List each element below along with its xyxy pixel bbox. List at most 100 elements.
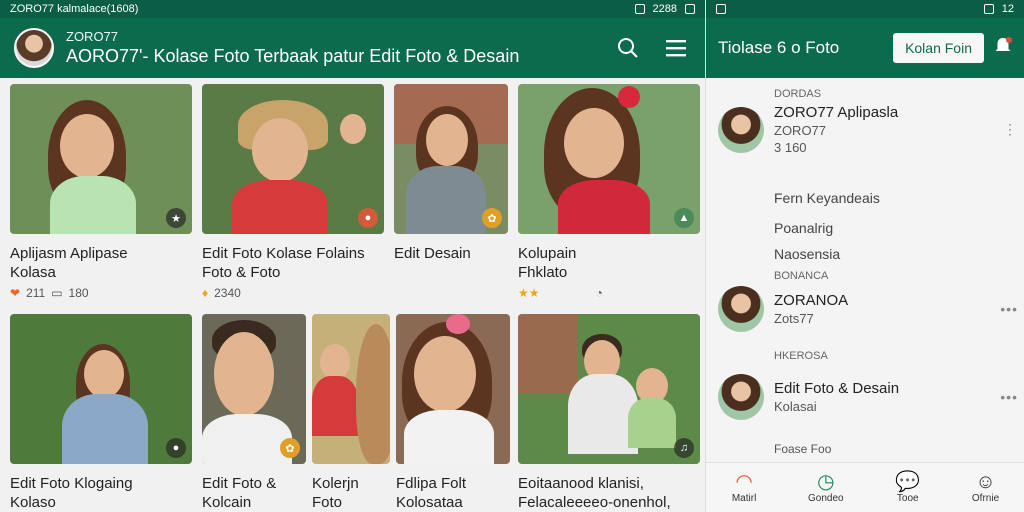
section-label: BONANCA <box>774 270 829 282</box>
card-meta: ♦ 2340 <box>202 286 384 300</box>
photo-card[interactable]: Fdlipa Folt Kolosataa <box>396 314 510 512</box>
photo-card[interactable]: ♫ Eoitaanood klanisi, Felacaleeeeo-onenh… <box>518 314 700 512</box>
smile-icon: ☺ <box>975 471 996 493</box>
badge-icon[interactable]: ★ <box>166 208 186 228</box>
card-title-line: Kolasa <box>10 264 56 281</box>
photo-card[interactable]: ✿ Edit Desain <box>394 84 508 263</box>
photo-thumb[interactable] <box>312 314 390 464</box>
status-bar: ZORO77 kalmalace(1608) 2288 <box>0 0 705 18</box>
photo-card[interactable]: ✿ Edit Foto & Kolcain <box>202 314 306 512</box>
photo-card[interactable]: ● Edit Foto Klogaing Kolaso <box>10 314 192 512</box>
screenshot-icon <box>716 4 726 14</box>
side-pane: 12 Tiolase 6 o Foto Kolan Foin DORDAS ZO… <box>705 0 1024 512</box>
collage-button[interactable]: Kolan Foin <box>893 33 984 63</box>
badge-icon[interactable]: ♫ <box>674 438 694 458</box>
card-title-line: Kolcain <box>202 494 252 511</box>
card-title-line: Kolosataa <box>396 494 463 511</box>
avatar <box>718 374 764 420</box>
photo-thumb[interactable]: ● <box>202 84 384 234</box>
photo-card[interactable]: ▲ Kolupain Fhklato ★★ ◔ <box>518 84 700 300</box>
badge-icon[interactable]: ✿ <box>280 438 300 458</box>
avatar[interactable] <box>14 28 54 68</box>
card-title-line: Edit Foto Klogaing <box>10 475 133 492</box>
list-item-sub: Kolasai <box>774 399 817 414</box>
text-line: Fern Keyandeais <box>774 190 880 206</box>
photo-thumb[interactable]: ♫ <box>518 314 700 464</box>
search-icon[interactable] <box>613 33 643 63</box>
photo-card[interactable]: ★ Aplijasm Aplipase Kolasa ❤ 211 ▭ 180 <box>10 84 192 300</box>
list-item-sub: Zots77 <box>774 311 814 326</box>
more-icon[interactable]: ••• <box>1000 389 1018 405</box>
card-title: Kolerjn Foto <box>312 474 390 512</box>
list-item-sub: ZORO77 <box>774 123 827 138</box>
nav-label: Ofrnie <box>971 493 1000 504</box>
card-title-line: Foto & Foto <box>202 264 281 281</box>
photo-thumb[interactable]: ● <box>10 314 192 464</box>
card-title-line: Edit Foto & <box>202 475 277 492</box>
status-right-text: 12 <box>1001 3 1014 15</box>
list-item-name: ZORO77 Aplipasla <box>774 104 899 121</box>
gauge-icon: ◠ <box>735 471 753 493</box>
photo-card[interactable]: Kolerjn Foto <box>312 314 390 512</box>
text-line: Naosensia <box>774 246 841 262</box>
badge-icon[interactable]: ▲ <box>674 208 694 228</box>
card-title-line: Felacaleeeeo-onenhol, <box>518 494 671 511</box>
more-icon[interactable]: ⋮ <box>1003 121 1018 138</box>
share-icon[interactable]: ◔ <box>596 286 603 300</box>
side-app-bar: Tiolase 6 o Foto Kolan Foin <box>706 18 1024 78</box>
photo-thumb[interactable]: ✿ <box>202 314 306 464</box>
likes-count: 2340 <box>214 286 241 300</box>
star-icon[interactable]: ★★ <box>518 286 540 300</box>
card-title-line: Edit Foto Kolase Folains <box>202 245 365 262</box>
status-bar: 12 <box>706 0 1024 18</box>
list-item[interactable]: Edit Foto & Desain Kolasai ••• <box>718 374 1018 420</box>
card-title: Fdlipa Folt Kolosataa <box>396 474 510 512</box>
comment-icon[interactable]: ▭ <box>51 286 62 300</box>
list-item[interactable]: ZORO77 Aplipasla ZORO77 3 160 ⋮ <box>718 104 1018 155</box>
notification-icon[interactable] <box>994 36 1012 61</box>
chat-icon: 💬 <box>895 471 921 493</box>
card-title: Edit Foto Klogaing Kolaso <box>10 474 192 512</box>
avatar <box>718 286 764 332</box>
status-left-text: ZORO77 kalmalace(1608) <box>10 3 139 15</box>
more-icon[interactable]: ••• <box>1000 301 1018 317</box>
card-title-line: Kolaso <box>10 494 56 511</box>
menu-icon[interactable] <box>661 33 691 63</box>
card-title: Edit Desain <box>394 244 508 263</box>
card-title: Edit Foto Kolase Folains Foto & Foto <box>202 244 384 282</box>
card-title-line: Edit Desain <box>394 245 471 262</box>
badge-icon[interactable]: ● <box>358 208 378 228</box>
battery-icon <box>685 4 695 14</box>
avatar <box>718 106 764 153</box>
photo-thumb[interactable]: ★ <box>10 84 192 234</box>
nav-item-gondeo[interactable]: ◷ Gondeo <box>808 471 844 504</box>
photo-thumb[interactable]: ✿ <box>394 84 508 234</box>
fire-icon[interactable]: ♦ <box>202 286 208 300</box>
list-item[interactable]: ZORANOA Zots77 ••• <box>718 286 1018 332</box>
bottom-nav: ◠ Matirl ◷ Gondeo 💬 Tooe ☺ Ofrnie <box>706 462 1024 512</box>
signal-icon <box>983 4 994 14</box>
heart-icon[interactable]: ❤ <box>10 286 20 300</box>
badge-icon[interactable]: ● <box>166 438 186 458</box>
nav-label: Matirl <box>731 493 757 504</box>
card-title-line: Fdlipa Folt <box>396 475 467 492</box>
photo-card[interactable]: ● Edit Foto Kolase Folains Foto & Foto ♦… <box>202 84 384 300</box>
card-title: Eoitaanood klanisi, Felacaleeeeo-onenhol… <box>518 474 700 512</box>
side-title: Tiolase 6 o Foto <box>718 38 840 57</box>
photo-thumb[interactable]: ▲ <box>518 84 700 234</box>
card-title: Edit Foto & Kolcain <box>202 474 306 512</box>
app-root: ZORO77 kalmalace(1608) 2288 ZORO77 AORO7… <box>0 0 1024 512</box>
nav-item-ofrnie[interactable]: ☺ Ofrnie <box>972 471 999 504</box>
list-item-text: ZORANOA Zots77 <box>774 292 1000 326</box>
badge-icon[interactable]: ✿ <box>482 208 502 228</box>
photo-thumb[interactable] <box>396 314 510 464</box>
list-item-name: Edit Foto & Desain <box>774 380 900 397</box>
app-bar: ZORO77 AORO77'- Kolase Foto Terbaak patu… <box>0 18 705 78</box>
card-title-line: Aplijasm Aplipase <box>10 245 128 262</box>
nav-item-matirl[interactable]: ◠ Matirl <box>732 471 756 504</box>
nav-item-tooe[interactable]: 💬 Tooe <box>895 471 920 504</box>
text-line: Poanalrig <box>774 220 834 236</box>
card-title: Aplijasm Aplipase Kolasa <box>10 244 192 282</box>
card-meta: ★★ ◔ <box>518 286 700 300</box>
section-label: DORDAS <box>774 88 822 100</box>
